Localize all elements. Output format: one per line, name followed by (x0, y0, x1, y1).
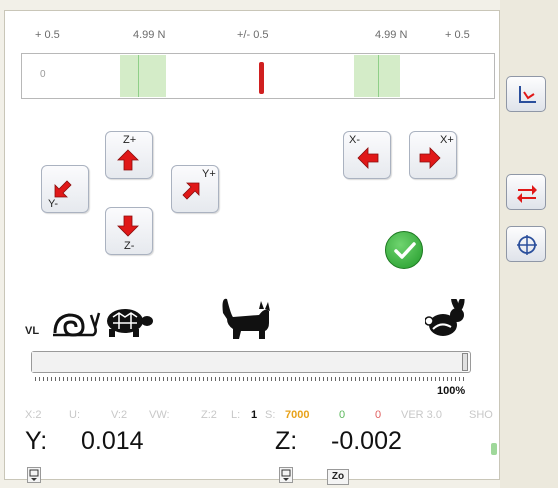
speed-percent: 100% (437, 385, 466, 397)
rabbit-icon[interactable] (425, 299, 469, 339)
jog-x-plus-label: X+ (440, 134, 454, 146)
status-vw: VW: (149, 409, 170, 421)
arrow-right-icon (419, 147, 441, 169)
force-scale-labels: + 0.5 4.99 N +/- 0.5 4.99 N + 0.5 (5, 29, 501, 45)
jog-y-minus-label: Y- (48, 198, 58, 210)
y-zero-button[interactable] (27, 467, 41, 483)
scale-right-force: 4.99 N (375, 29, 408, 41)
speed-slider-ticks (35, 377, 467, 381)
z-axis-value: -0.002 (331, 427, 402, 455)
swap-arrows-icon (517, 185, 537, 203)
arrow-down-icon (117, 215, 139, 237)
jog-y-minus-button[interactable]: Y- (41, 165, 89, 213)
y-axis-label: Y: (25, 427, 48, 455)
speed-slider-fill (32, 352, 462, 372)
axis-icon (519, 86, 536, 103)
status-s-value: 7000 (285, 409, 310, 421)
status-sho: SHO (469, 409, 493, 421)
left-tolerance-line (138, 55, 139, 97)
right-tolerance-line (378, 55, 379, 97)
control-panel: + 0.5 4.99 N +/- 0.5 4.99 N + 0.5 0 Y- Z… (4, 10, 501, 485)
arrow-down-left-icon (54, 180, 72, 198)
z-axis-label: Z: (275, 427, 298, 455)
jog-x-plus-button[interactable]: X+ (409, 131, 457, 179)
snail-icon[interactable] (51, 303, 101, 339)
status-z: Z:2 (201, 409, 217, 421)
zo-button[interactable]: Zo (327, 469, 349, 485)
status-version: VER 3.0 (401, 409, 442, 421)
scale-right-limit: + 0.5 (445, 29, 470, 41)
crosshair-button[interactable] (506, 226, 546, 262)
scale-left-limit: + 0.5 (35, 29, 60, 41)
speed-slider-thumb[interactable] (462, 353, 468, 371)
turtle-icon[interactable] (101, 303, 155, 339)
status-s: S: (265, 409, 276, 421)
status-v: V:2 (111, 409, 128, 421)
status-x: X:2 (25, 409, 42, 421)
jog-x-minus-label: X- (349, 134, 360, 146)
jog-x-minus-button[interactable]: X- (343, 131, 391, 179)
reset-icon (281, 469, 291, 481)
arrow-up-right-icon (182, 182, 200, 200)
jog-z-minus-label: Z- (124, 240, 135, 252)
scale-center: +/- 0.5 (237, 29, 269, 41)
jog-z-plus-label: Z+ (123, 134, 137, 146)
y-axis-value: 0.014 (81, 427, 144, 455)
status-line: X:2 U: V:2 VW: Z:2 L: 1 S: 7000 0 0 VER … (25, 409, 505, 423)
status-g: 0 (339, 409, 346, 421)
status-indicator (491, 443, 497, 455)
reset-icon (29, 469, 39, 481)
status-one: 1 (251, 409, 258, 421)
crosshair-icon (517, 235, 537, 255)
speed-label: VL (25, 325, 40, 337)
status-r: 0 (375, 409, 382, 421)
confirm-button[interactable] (385, 231, 423, 269)
force-bar-value: 0 (40, 69, 46, 80)
swap-direction-button[interactable] (506, 174, 546, 210)
arrow-left-icon (357, 147, 379, 169)
checkmark-icon (394, 242, 416, 259)
arrow-up-icon (117, 149, 139, 171)
left-tolerance-zone (120, 55, 166, 97)
jog-y-plus-label: Y+ (202, 168, 216, 180)
axis-select-button[interactable] (506, 76, 546, 112)
cat-icon[interactable] (219, 293, 273, 339)
force-bar: 0 (21, 53, 495, 99)
jog-z-plus-button[interactable]: Z+ (105, 131, 153, 179)
z-zero-button[interactable] (279, 467, 293, 483)
jog-y-plus-button[interactable]: Y+ (171, 165, 219, 213)
status-u: U: (69, 409, 80, 421)
right-tolerance-zone (354, 55, 400, 97)
jog-z-minus-button[interactable]: Z- (105, 207, 153, 255)
scale-left-force: 4.99 N (133, 29, 166, 41)
speed-slider[interactable] (31, 351, 471, 373)
force-indicator (259, 62, 264, 94)
status-l: L: (231, 409, 241, 421)
